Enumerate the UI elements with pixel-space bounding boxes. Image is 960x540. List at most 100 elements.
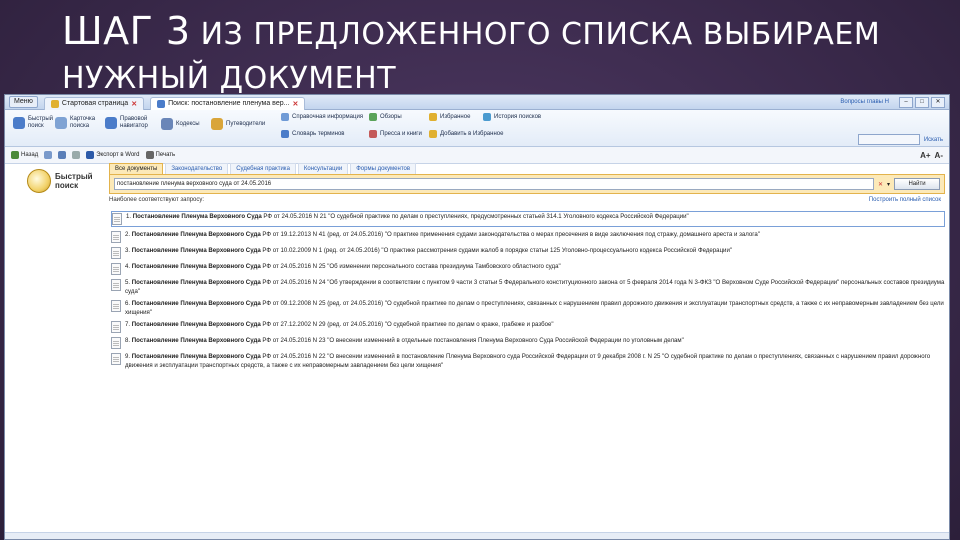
- menu-button[interactable]: Меню: [9, 96, 38, 108]
- tab-court-practice[interactable]: Судебная практика: [230, 163, 296, 174]
- search-tabs: Все документы Законодательство Судебная …: [109, 163, 945, 174]
- tab-document-forms[interactable]: Формы документов: [350, 163, 417, 174]
- list-item[interactable]: 2. Постановление Пленума Верховного Суда…: [111, 231, 945, 243]
- back-button[interactable]: Назад: [11, 151, 38, 159]
- title-line-1-rest: ИЗ ПРЕДЛОЖЕННОГО СПИСКА ВЫБИРАЕМ: [200, 17, 881, 52]
- help-link[interactable]: Вопросы главы Н: [840, 99, 889, 105]
- list-item[interactable]: 6. Постановление Пленума Верховного Суда…: [111, 300, 945, 317]
- result-title: Постановление Пленума Верховного Суда: [131, 300, 261, 307]
- search-box: постановление пленума верховного суда от…: [109, 174, 945, 194]
- maximize-button[interactable]: □: [915, 96, 929, 108]
- result-title: Постановление Пленума Верховного Суда: [131, 321, 261, 328]
- list-item[interactable]: 5. Постановление Пленума Верховного Суда…: [111, 279, 945, 296]
- results-list: 1. Постановление Пленума Верховного Суда…: [111, 211, 945, 374]
- document-icon: [111, 231, 121, 243]
- search-icon: [157, 99, 166, 108]
- print-button[interactable]: Печать: [145, 151, 176, 159]
- ribbon-search-input[interactable]: [857, 134, 920, 145]
- tab-search[interactable]: Поиск: постановление пленума вер... ✕: [150, 96, 306, 110]
- tab-label: Поиск: постановление пленума вер...: [168, 100, 290, 107]
- list-item[interactable]: 9. Постановление Пленума Верховного Суда…: [111, 353, 945, 370]
- font-decrease-button[interactable]: A-: [935, 151, 943, 160]
- result-title: Постановление Пленума Верховного Суда: [131, 247, 261, 254]
- ribbon-label: Словарь терминов: [292, 130, 345, 137]
- ribbon-press[interactable]: Пресса и книги: [369, 130, 422, 138]
- close-window-button[interactable]: ✕: [931, 96, 945, 108]
- tab-consultations[interactable]: Консультации: [297, 163, 349, 174]
- result-number: 1.: [126, 213, 132, 220]
- star-icon: [429, 113, 437, 121]
- back-label: Назад: [21, 152, 39, 158]
- window-titlebar: Меню Стартовая страница ✕ Поиск: постано…: [5, 95, 949, 110]
- tab-all-documents[interactable]: Все документы: [109, 163, 164, 174]
- quick-search-icon: [13, 117, 25, 129]
- codes-icon: [161, 118, 173, 130]
- ribbon-add-favorite[interactable]: Добавить в Избранное: [429, 130, 503, 138]
- ribbon-dictionary[interactable]: Словарь терминов: [281, 130, 345, 138]
- ribbon-reference-info[interactable]: Справочная информация: [281, 113, 363, 121]
- quick-search-heading-line2: поиск: [55, 181, 79, 190]
- clear-icon[interactable]: ✕: [878, 181, 883, 188]
- ribbon: Быстрый поиск Карточка поиска Правовой н…: [5, 110, 949, 147]
- result-number: 2.: [125, 231, 131, 238]
- list-item[interactable]: 1. Постановление Пленума Верховного Суда…: [111, 211, 945, 227]
- consultant-window: Меню Стартовая страница ✕ Поиск: постано…: [4, 94, 950, 540]
- full-list-link[interactable]: Построить полный список: [869, 197, 945, 203]
- title-step: ШАГ 3: [62, 9, 191, 53]
- dropdown-icon[interactable]: ▾: [887, 181, 890, 188]
- ribbon-history[interactable]: История поисков: [483, 113, 541, 121]
- close-icon[interactable]: ✕: [292, 100, 298, 108]
- forward-arrow-icon[interactable]: [44, 151, 53, 159]
- list-item[interactable]: 7. Постановление Пленума Верховного Суда…: [111, 321, 945, 333]
- tab-start-page[interactable]: Стартовая страница ✕: [43, 96, 145, 110]
- main-content: Быстрый поиск Все документы Законодатель…: [5, 163, 949, 539]
- ribbon-quick-search[interactable]: Быстрый поиск: [13, 116, 53, 130]
- ribbon-search-box: Искать: [857, 134, 943, 145]
- window-controls: Вопросы главы Н – □ ✕: [840, 96, 949, 108]
- search-input[interactable]: постановление пленума верховного суда от…: [114, 178, 874, 190]
- minimize-button[interactable]: –: [899, 96, 913, 108]
- print-label: Печать: [155, 152, 176, 158]
- document-icon: [111, 300, 121, 312]
- ribbon-label: Избранное: [440, 113, 471, 120]
- font-increase-button[interactable]: A+: [920, 151, 930, 160]
- result-text: РФ от 19.12.2013 N 41 (ред. от 24.05.201…: [260, 231, 760, 238]
- list-item[interactable]: 8. Постановление Пленума Верховного Суда…: [111, 337, 945, 349]
- ribbon-reviews[interactable]: Обзоры: [369, 113, 402, 121]
- result-title: Постановление Пленума Верховного Суда: [131, 337, 261, 344]
- ribbon-label: Правовой навигатор: [120, 116, 148, 129]
- hint-row: Наиболее соответствуют запросу: Построит…: [109, 197, 945, 203]
- ribbon-legal-navigator[interactable]: Правовой навигатор: [105, 116, 150, 130]
- ribbon-codes[interactable]: Кодексы: [161, 118, 200, 130]
- ribbon-search-link[interactable]: Искать: [924, 137, 943, 143]
- ribbon-label: Кодексы: [176, 120, 200, 127]
- result-number: 9.: [125, 353, 131, 360]
- find-button[interactable]: Найти: [894, 178, 940, 190]
- tab-legislation[interactable]: Законодательство: [165, 163, 229, 174]
- search-panel: Все документы Законодательство Судебная …: [109, 163, 945, 203]
- results-hint: Наиболее соответствуют запросу:: [109, 197, 205, 203]
- ribbon-label: Карточка поиска: [70, 116, 96, 129]
- card-icon: [55, 117, 67, 129]
- ribbon-favorites[interactable]: Избранное: [429, 113, 470, 121]
- ribbon-label: Обзоры: [380, 113, 402, 120]
- list-item[interactable]: 3. Постановление Пленума Верховного Суда…: [111, 247, 945, 259]
- document-icon: [111, 337, 121, 349]
- document-icon: [111, 353, 121, 365]
- press-icon: [369, 130, 377, 138]
- result-number: 7.: [125, 321, 131, 328]
- ribbon-search-card[interactable]: Карточка поиска: [55, 116, 96, 130]
- copy-icon[interactable]: [72, 151, 81, 159]
- navigator-icon: [105, 117, 117, 129]
- export-word-button[interactable]: Экспорт в Word: [86, 151, 140, 159]
- quick-search-logo: Быстрый поиск: [27, 169, 93, 193]
- result-text: РФ от 10.02.2009 N 1 (ред. от 24.05.2016…: [260, 247, 733, 254]
- result-title: Постановление Пленума Верховного Суда: [131, 353, 261, 360]
- quick-search-heading-line1: Быстрый: [55, 172, 93, 181]
- close-icon[interactable]: ✕: [131, 100, 137, 108]
- save-icon[interactable]: [58, 151, 67, 159]
- tab-label: Стартовая страница: [61, 100, 129, 107]
- ribbon-guides[interactable]: Путеводители: [211, 118, 265, 130]
- print-icon: [145, 151, 154, 159]
- list-item[interactable]: 4. Постановление Пленума Верховного Суда…: [111, 263, 945, 275]
